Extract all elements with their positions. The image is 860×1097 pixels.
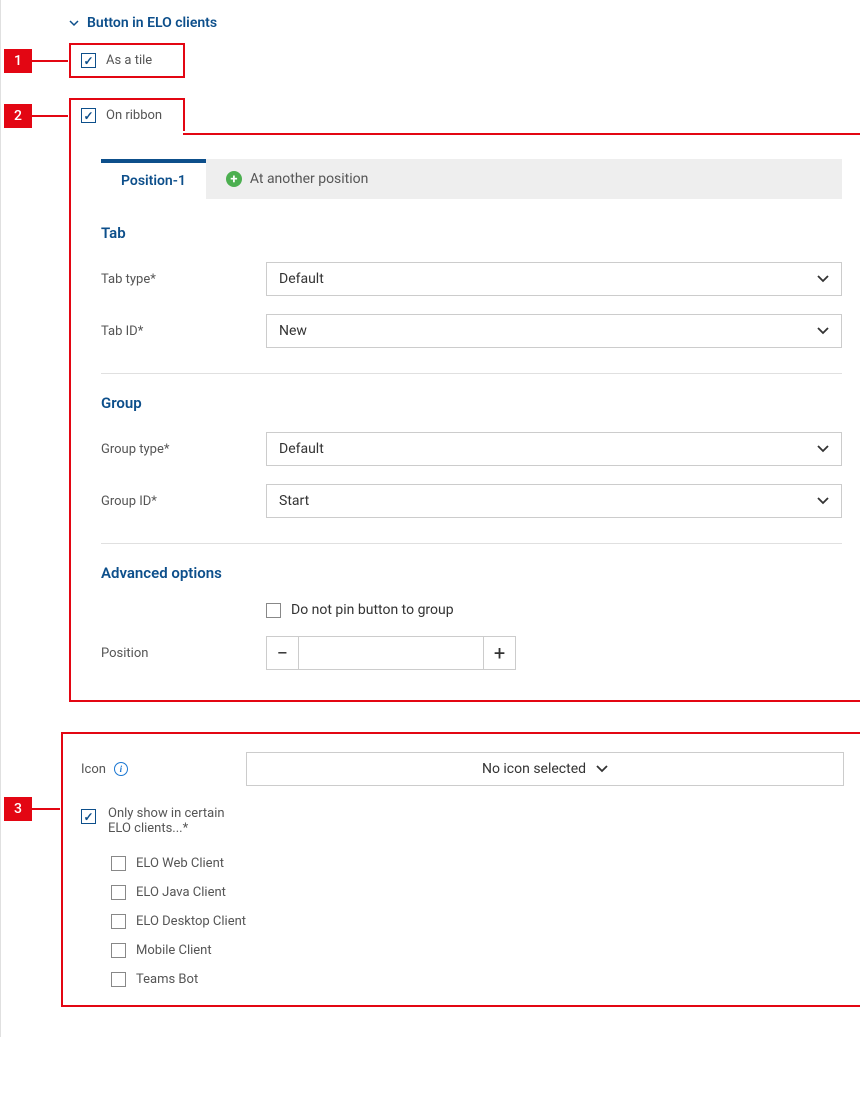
advanced-section-title: Advanced options	[101, 564, 842, 582]
client-mobile-label: Mobile Client	[136, 943, 212, 958]
tab-position-1[interactable]: Position-1	[101, 159, 206, 199]
group-type-label: Group type*	[101, 442, 266, 457]
callout-2: 2	[4, 104, 32, 128]
no-pin-label: Do not pin button to group	[291, 602, 454, 618]
client-mobile-checkbox[interactable]	[111, 943, 126, 958]
as-tile-checkbox[interactable]	[81, 53, 96, 68]
tab-type-select[interactable]: Default	[266, 262, 842, 296]
tab-id-select[interactable]: New	[266, 314, 842, 348]
client-desktop-label: ELO Desktop Client	[136, 914, 246, 929]
icon-select[interactable]: No icon selected	[246, 752, 844, 786]
chevron-down-icon	[817, 494, 829, 508]
add-icon: +	[226, 171, 242, 187]
callout-3: 3	[4, 797, 32, 821]
chevron-down-icon	[817, 272, 829, 286]
client-teams-label: Teams Bot	[136, 972, 198, 987]
icon-label: Icon	[81, 762, 106, 777]
position-input[interactable]	[299, 637, 483, 669]
position-label: Position	[101, 646, 266, 661]
collapsible-title: Button in ELO clients	[87, 15, 217, 31]
only-show-label: Only show in certain ELO clients...*	[108, 806, 238, 836]
chevron-down-icon	[596, 762, 608, 776]
only-show-checkbox[interactable]	[81, 809, 96, 824]
chevron-down-icon	[69, 18, 79, 28]
tab-id-label: Tab ID*	[101, 324, 266, 339]
tab-section-title: Tab	[101, 224, 842, 242]
callout-line-2	[32, 115, 68, 117]
chevron-down-icon	[817, 442, 829, 456]
divider	[101, 373, 842, 374]
as-tile-box: As a tile	[69, 43, 185, 78]
divider	[101, 543, 842, 544]
on-ribbon-section: On ribbon Position-1 + At another positi…	[69, 98, 860, 702]
stepper-minus[interactable]: −	[267, 637, 299, 669]
callout-line-3	[32, 808, 60, 810]
client-java-label: ELO Java Client	[136, 885, 226, 900]
icon-clients-section: Icon i No icon selected Only show in cer…	[61, 732, 860, 1007]
tab-type-label: Tab type*	[101, 272, 266, 287]
group-id-select[interactable]: Start	[266, 484, 842, 518]
position-stepper: − +	[266, 636, 516, 670]
callout-1: 1	[4, 49, 32, 73]
client-web-checkbox[interactable]	[111, 856, 126, 871]
callout-line-1	[32, 60, 68, 62]
tab-id-value: New	[279, 323, 307, 339]
stepper-plus[interactable]: +	[483, 637, 515, 669]
group-id-label: Group ID*	[101, 494, 266, 509]
group-section-title: Group	[101, 394, 842, 412]
on-ribbon-checkbox[interactable]	[81, 108, 96, 123]
tab-position-1-label: Position-1	[121, 173, 186, 189]
group-type-value: Default	[279, 441, 324, 457]
client-java-checkbox[interactable]	[111, 885, 126, 900]
group-id-value: Start	[279, 493, 309, 509]
icon-selected-value: No icon selected	[482, 761, 586, 777]
collapsible-header[interactable]: Button in ELO clients	[69, 15, 860, 31]
client-desktop-checkbox[interactable]	[111, 914, 126, 929]
client-web-label: ELO Web Client	[136, 856, 224, 871]
chevron-down-icon	[817, 324, 829, 338]
client-list: ELO Web Client ELO Java Client ELO Deskt…	[111, 856, 844, 987]
on-ribbon-label: On ribbon	[106, 108, 162, 123]
client-teams-checkbox[interactable]	[111, 972, 126, 987]
as-tile-label: As a tile	[106, 53, 152, 68]
tab-add-position[interactable]: + At another position	[206, 159, 389, 199]
tab-add-position-label: At another position	[250, 171, 369, 187]
group-type-select[interactable]: Default	[266, 432, 842, 466]
position-tabs: Position-1 + At another position	[101, 159, 842, 199]
tab-type-value: Default	[279, 271, 324, 287]
info-icon[interactable]: i	[114, 762, 128, 776]
no-pin-checkbox[interactable]	[266, 603, 281, 618]
